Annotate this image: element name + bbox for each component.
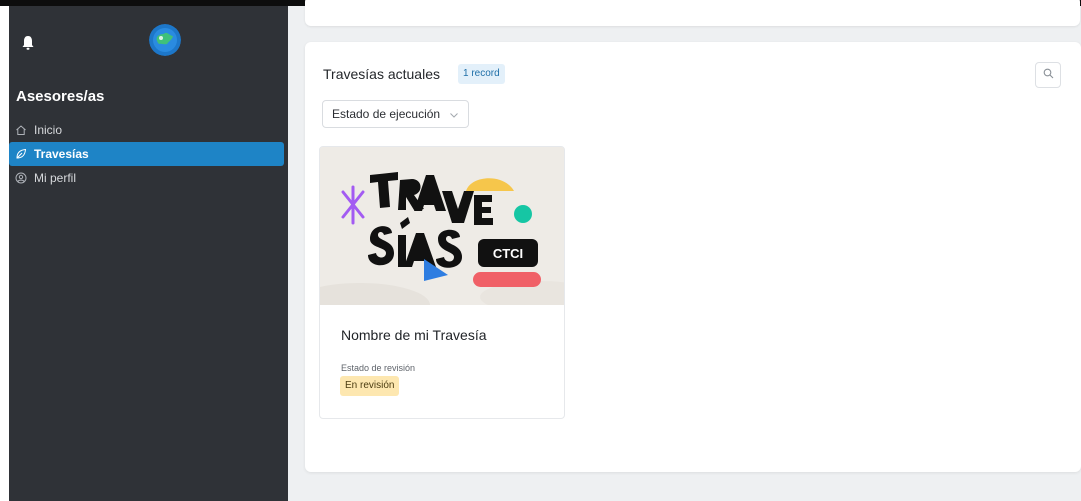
sidebar-nav: Inicio Travesías Mi perfil bbox=[9, 118, 288, 190]
sidebar-item-label: Travesías bbox=[34, 147, 89, 161]
search-icon bbox=[1043, 66, 1054, 84]
svg-text:CTCI: CTCI bbox=[493, 246, 523, 261]
home-icon bbox=[15, 124, 27, 136]
app-screen: Asesores/as Inicio Travesías Mi perfil T… bbox=[0, 0, 1081, 501]
main-content: Travesías actuales 1 record Estado de ej… bbox=[288, 0, 1081, 501]
status-badge: En revisión bbox=[340, 376, 400, 396]
filter-label: Estado de ejecución bbox=[332, 107, 441, 121]
avatar[interactable] bbox=[149, 24, 181, 56]
sidebar-item-inicio[interactable]: Inicio bbox=[9, 118, 284, 142]
user-circle-icon bbox=[15, 172, 27, 184]
sidebar-item-mi-perfil[interactable]: Mi perfil bbox=[9, 166, 284, 190]
card-title: Nombre de mi Travesía bbox=[341, 327, 487, 343]
sidebar-section-title: Asesores/as bbox=[16, 88, 105, 105]
review-status-label: Estado de revisión bbox=[341, 363, 416, 373]
panel-title: Travesías actuales bbox=[323, 66, 440, 82]
leaf-icon bbox=[15, 148, 27, 160]
search-button[interactable] bbox=[1035, 62, 1061, 88]
chevron-down-icon bbox=[449, 109, 459, 119]
record-count-badge: 1 record bbox=[458, 64, 505, 84]
travesia-card[interactable]: CTCI Nombre de mi Travesía Estado de rev… bbox=[319, 146, 565, 419]
bell-icon[interactable] bbox=[21, 35, 35, 51]
sidebar-item-label: Mi perfil bbox=[34, 171, 77, 185]
travesias-ctci-logo: CTCI bbox=[320, 147, 564, 327]
travesias-panel: Travesías actuales 1 record Estado de ej… bbox=[305, 42, 1081, 472]
sidebar: Asesores/as Inicio Travesías Mi perfil bbox=[9, 6, 288, 501]
card-image: CTCI bbox=[320, 147, 564, 327]
top-card bbox=[305, 0, 1080, 26]
sidebar-item-label: Inicio bbox=[34, 123, 63, 137]
estado-ejecucion-filter[interactable]: Estado de ejecución bbox=[322, 100, 469, 128]
sidebar-item-travesias[interactable]: Travesías bbox=[9, 142, 284, 166]
left-edge bbox=[0, 6, 9, 501]
